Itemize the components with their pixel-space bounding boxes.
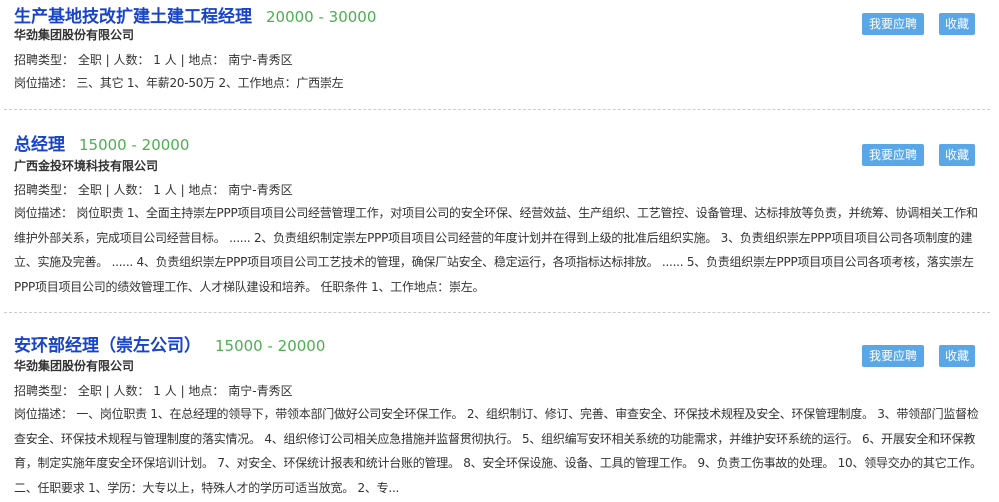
job-description: 岗位描述： 岗位职责 1、全面主持崇左PPP项目项目公司经营管理工作，对项目公司… [14,206,978,294]
apply-button[interactable]: 我要应聘 [862,13,924,35]
favorite-button[interactable]: 收藏 [939,144,975,166]
job-title-link[interactable]: 安环部经理（崇左公司） [14,336,201,356]
listing-divider [4,312,990,313]
company-name: 广西金投环境科技有限公司 [14,159,159,173]
job-meta: 招聘类型： 全职 | 人数： 1 人 | 地点： 南宁-青秀区 [14,53,293,67]
favorite-button[interactable]: 收藏 [939,345,975,367]
favorite-button[interactable]: 收藏 [939,13,975,35]
apply-button[interactable]: 我要应聘 [862,144,924,166]
company-name: 华劲集团股份有限公司 [14,28,135,42]
job-title-link[interactable]: 总经理 [14,135,65,155]
listing-divider [4,109,990,110]
job-meta: 招聘类型： 全职 | 人数： 1 人 | 地点： 南宁-青秀区 [14,384,293,398]
job-salary: 15000 - 20000 [215,337,326,355]
job-salary: 20000 - 30000 [266,8,377,26]
job-meta: 招聘类型： 全职 | 人数： 1 人 | 地点： 南宁-青秀区 [14,183,293,197]
company-name: 华劲集团股份有限公司 [14,359,135,373]
job-title-link[interactable]: 生产基地技改扩建土建工程经理 [14,7,252,27]
job-description: 岗位描述： 三、其它 1、年薪20-50万 2、工作地点：广西崇左 [14,76,344,90]
job-header: 安环部经理（崇左公司） 15000 - 20000 [14,331,325,356]
job-header: 总经理 15000 - 20000 [14,130,189,155]
job-header: 生产基地技改扩建土建工程经理 20000 - 30000 [14,2,376,27]
apply-button[interactable]: 我要应聘 [862,345,924,367]
job-description: 岗位描述： 一、岗位职责 1、在总经理的领导下，带领本部门做好公司安全环保工作。… [14,407,982,495]
job-salary: 15000 - 20000 [79,136,190,154]
